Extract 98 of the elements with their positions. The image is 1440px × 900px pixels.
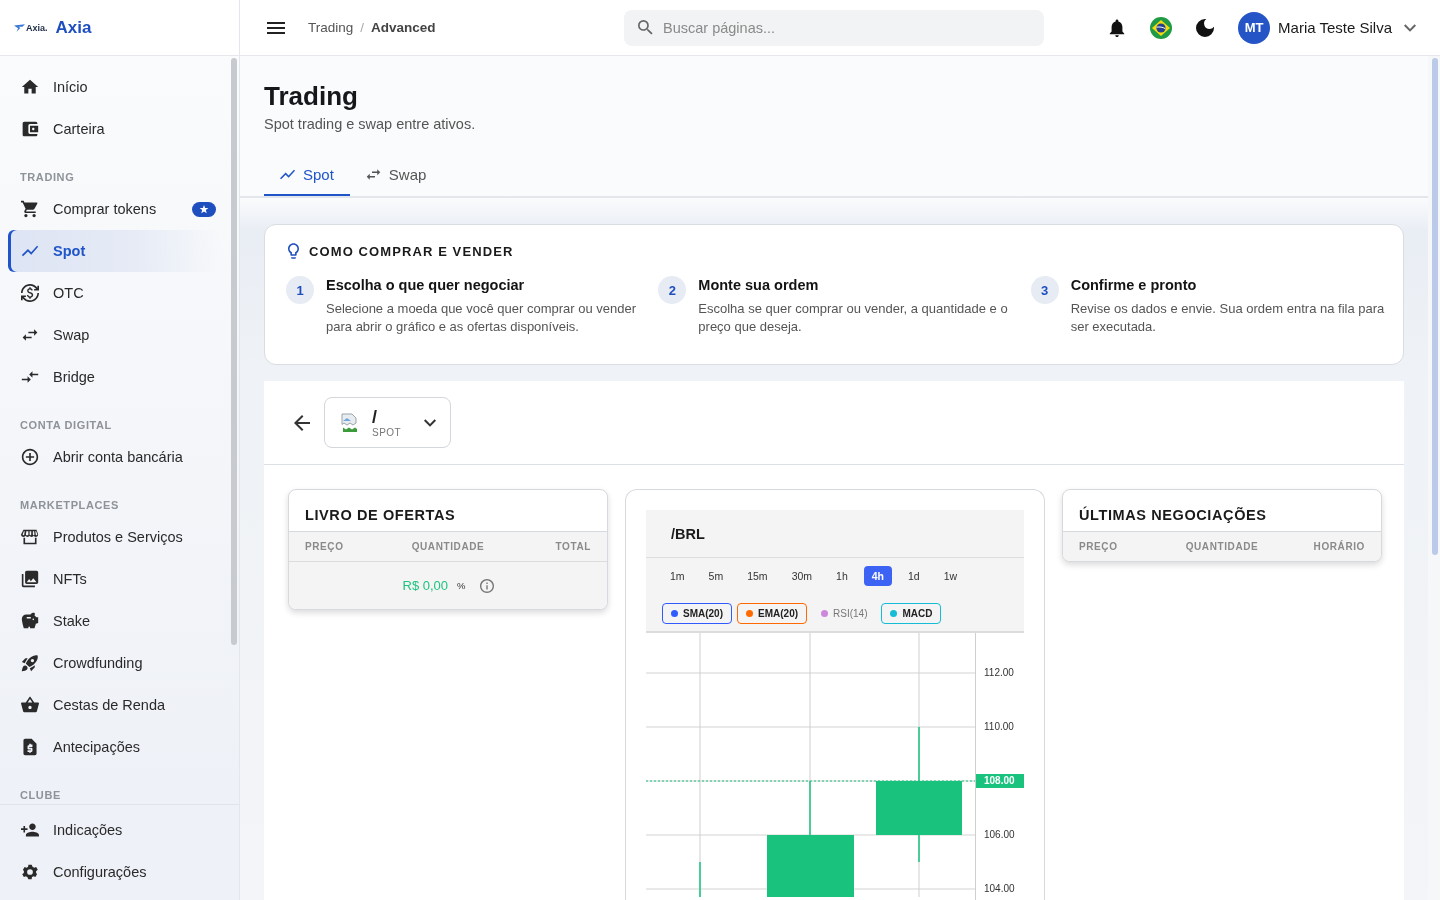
chevron-down-icon [1404,23,1416,32]
sidebar-section-label: CLUBE [19,788,62,803]
sidebar-item[interactable]: Configurações [8,851,220,893]
moon-icon[interactable] [1196,18,1215,37]
page-title: Trading [264,80,359,112]
column-header: HORÁRIO [1312,541,1365,552]
indicator-toggle[interactable]: SMA(20) [662,603,732,624]
brazil-flag-icon[interactable] [1150,16,1173,39]
indicator-toggle[interactable]: MACD [881,603,942,624]
timeframe-button[interactable]: 30m [783,566,821,586]
dollar-document-icon [21,738,39,756]
sidebar-item[interactable]: Antecipações [8,726,220,768]
sidebar-item[interactable]: Indicações [8,809,220,851]
back-arrow-icon[interactable] [294,414,310,431]
breadcrumb-link[interactable]: Trading [308,20,354,35]
column-header: QUANTIDADE [1184,541,1260,552]
storefront-icon [21,528,39,546]
timeframe-button[interactable]: 1d [900,566,928,586]
brand-name[interactable]: Axia [55,17,92,38]
lightbulb-icon [288,243,299,259]
indicator-toggle[interactable]: RSI(14) [812,603,877,624]
sidebar-item[interactable]: Bridge [8,356,220,398]
column-header: QUANTIDADE [410,541,486,552]
step-description: Revise os dados e envie. Sua ordem entra na fila para ser executada. [1070,300,1386,336]
breadcrumb-separator: / [360,20,365,35]
user-name: Maria Teste Silva [1278,19,1392,36]
piggy-bank-icon [21,612,39,630]
sidebar-item[interactable]: OTC [8,272,220,314]
basket-icon [21,696,39,714]
step-number: 3 [1030,276,1059,304]
axis-label: 106.00 [983,828,1016,842]
timeframe-button[interactable]: 5m [700,566,732,586]
sidebar-item[interactable]: Stake [8,600,220,642]
step-title: Monte sua ordem [698,276,820,294]
sidebar-item[interactable]: Abrir conta bancária [8,436,220,478]
broken-image-icon [340,412,360,433]
timeframe-button[interactable]: 1m [662,566,693,586]
search-field[interactable]: Buscar páginas... [624,9,1044,46]
logo-icon [14,23,25,32]
timeframe-button[interactable]: 1h [828,566,856,586]
home-icon [21,78,39,96]
sidebar-item[interactable]: Comprar tokens [8,188,220,230]
indicator-toggle[interactable]: EMA(20) [737,603,808,624]
market-type-label: SPOT [372,427,402,438]
timeframe-button[interactable]: 4h [863,566,892,586]
column-header: PREÇO [305,541,345,552]
sidebar-section-label: CONTA DIGITAL [19,418,113,433]
step-title: Confirme e pronto [1070,276,1198,294]
tab[interactable]: Spot [264,153,350,196]
step-number: 2 [658,276,687,304]
timeframe-button[interactable]: 1w [935,566,966,586]
breadcrumb-current: Advanced [371,20,436,35]
sidebar-item[interactable]: Swap [8,314,220,356]
user-menu-button[interactable]: MT Maria Teste Silva [1238,11,1416,44]
scrollbar-thumb[interactable] [1432,58,1438,555]
column-header: PREÇO [1079,541,1119,552]
user-avatar: MT [1238,11,1271,44]
logo-text: Axia. [26,22,48,33]
cart-icon [21,200,39,218]
trend-line-icon [280,167,295,182]
sidebar-item[interactable]: Início [8,66,220,108]
person-add-icon [21,821,39,839]
wallet-icon [21,120,39,138]
price-change: % [457,580,466,591]
bell-icon[interactable] [1108,18,1127,37]
rocket-icon [21,654,39,672]
sidebar-item[interactable]: Carteira [8,108,220,150]
sidebar-item[interactable]: NFTs [8,558,220,600]
sidebar-section-label: MARKETPLACES [19,498,120,513]
step-title: Escolha o que quer negociar [326,276,526,294]
page-subtitle: Spot trading e swap entre ativos. [264,115,477,133]
settings-icon [21,863,39,881]
step-description: Selecione a moeda que você quer comprar ou vender para abrir o gráfico e as ofertas disponíveis. [326,300,638,336]
axis-label: 112.00 [983,666,1015,680]
axis-label: 110.00 [983,720,1015,734]
axis-label: 104.00 [983,882,1016,896]
image-stack-icon [21,570,39,588]
swap-arrows-icon [365,167,381,182]
tab[interactable]: Swap [349,153,443,196]
sidebar-item[interactable]: Crowdfunding [8,642,220,684]
current-price-label: 108.00 [976,774,1024,788]
guide-title: COMO COMPRAR E VENDER [309,243,514,259]
info-icon[interactable] [479,578,494,593]
sidebar-section-label: TRADING [19,170,76,185]
chevron-down-icon [424,418,436,427]
pair-label: /BRL [671,525,705,542]
timeframe-button[interactable]: 15m [739,566,776,586]
pair-symbol: / [372,407,378,426]
column-header: TOTAL [554,541,591,552]
sidebar-item[interactable]: Cestas de Renda [8,684,220,726]
last-price: R$ 0,00 [402,578,449,593]
step-description: Escolha se quer comprar ou vender, a quantidade e o preço que deseja. [698,300,1009,336]
currency-exchange-icon [21,284,39,302]
search-icon [638,20,653,35]
step-number: 1 [286,276,314,304]
sidebar-item[interactable]: Produtos e Serviços [8,516,220,558]
scrollbar-thumb[interactable] [231,58,237,645]
pair-selector[interactable]: / SPOT [324,397,451,448]
